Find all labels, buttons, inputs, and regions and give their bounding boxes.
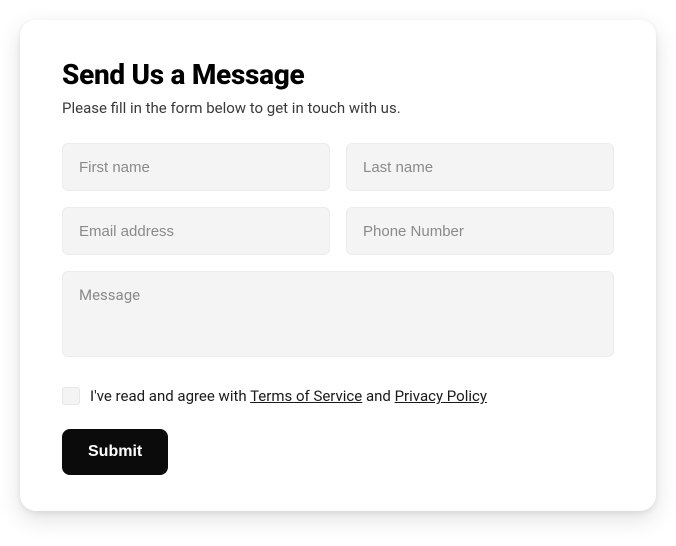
agree-checkbox[interactable] [62, 387, 80, 405]
privacy-policy-link[interactable]: Privacy Policy [395, 387, 487, 405]
phone-input[interactable] [346, 207, 614, 255]
terms-of-service-link[interactable]: Terms of Service [250, 387, 362, 405]
contact-form-card: Send Us a Message Please fill in the for… [20, 20, 656, 511]
message-textarea[interactable] [62, 271, 614, 357]
row-contact [62, 207, 614, 255]
submit-button[interactable]: Submit [62, 429, 168, 475]
first-name-input[interactable] [62, 143, 330, 191]
form-subtitle: Please fill in the form below to get in … [62, 99, 614, 117]
row-name [62, 143, 614, 191]
email-input[interactable] [62, 207, 330, 255]
form-title: Send Us a Message [62, 58, 614, 91]
agree-text: I've read and agree with Terms of Servic… [90, 387, 487, 405]
last-name-input[interactable] [346, 143, 614, 191]
agree-connector: and [362, 387, 394, 405]
agree-prefix: I've read and agree with [90, 387, 250, 405]
agree-row: I've read and agree with Terms of Servic… [62, 387, 614, 405]
